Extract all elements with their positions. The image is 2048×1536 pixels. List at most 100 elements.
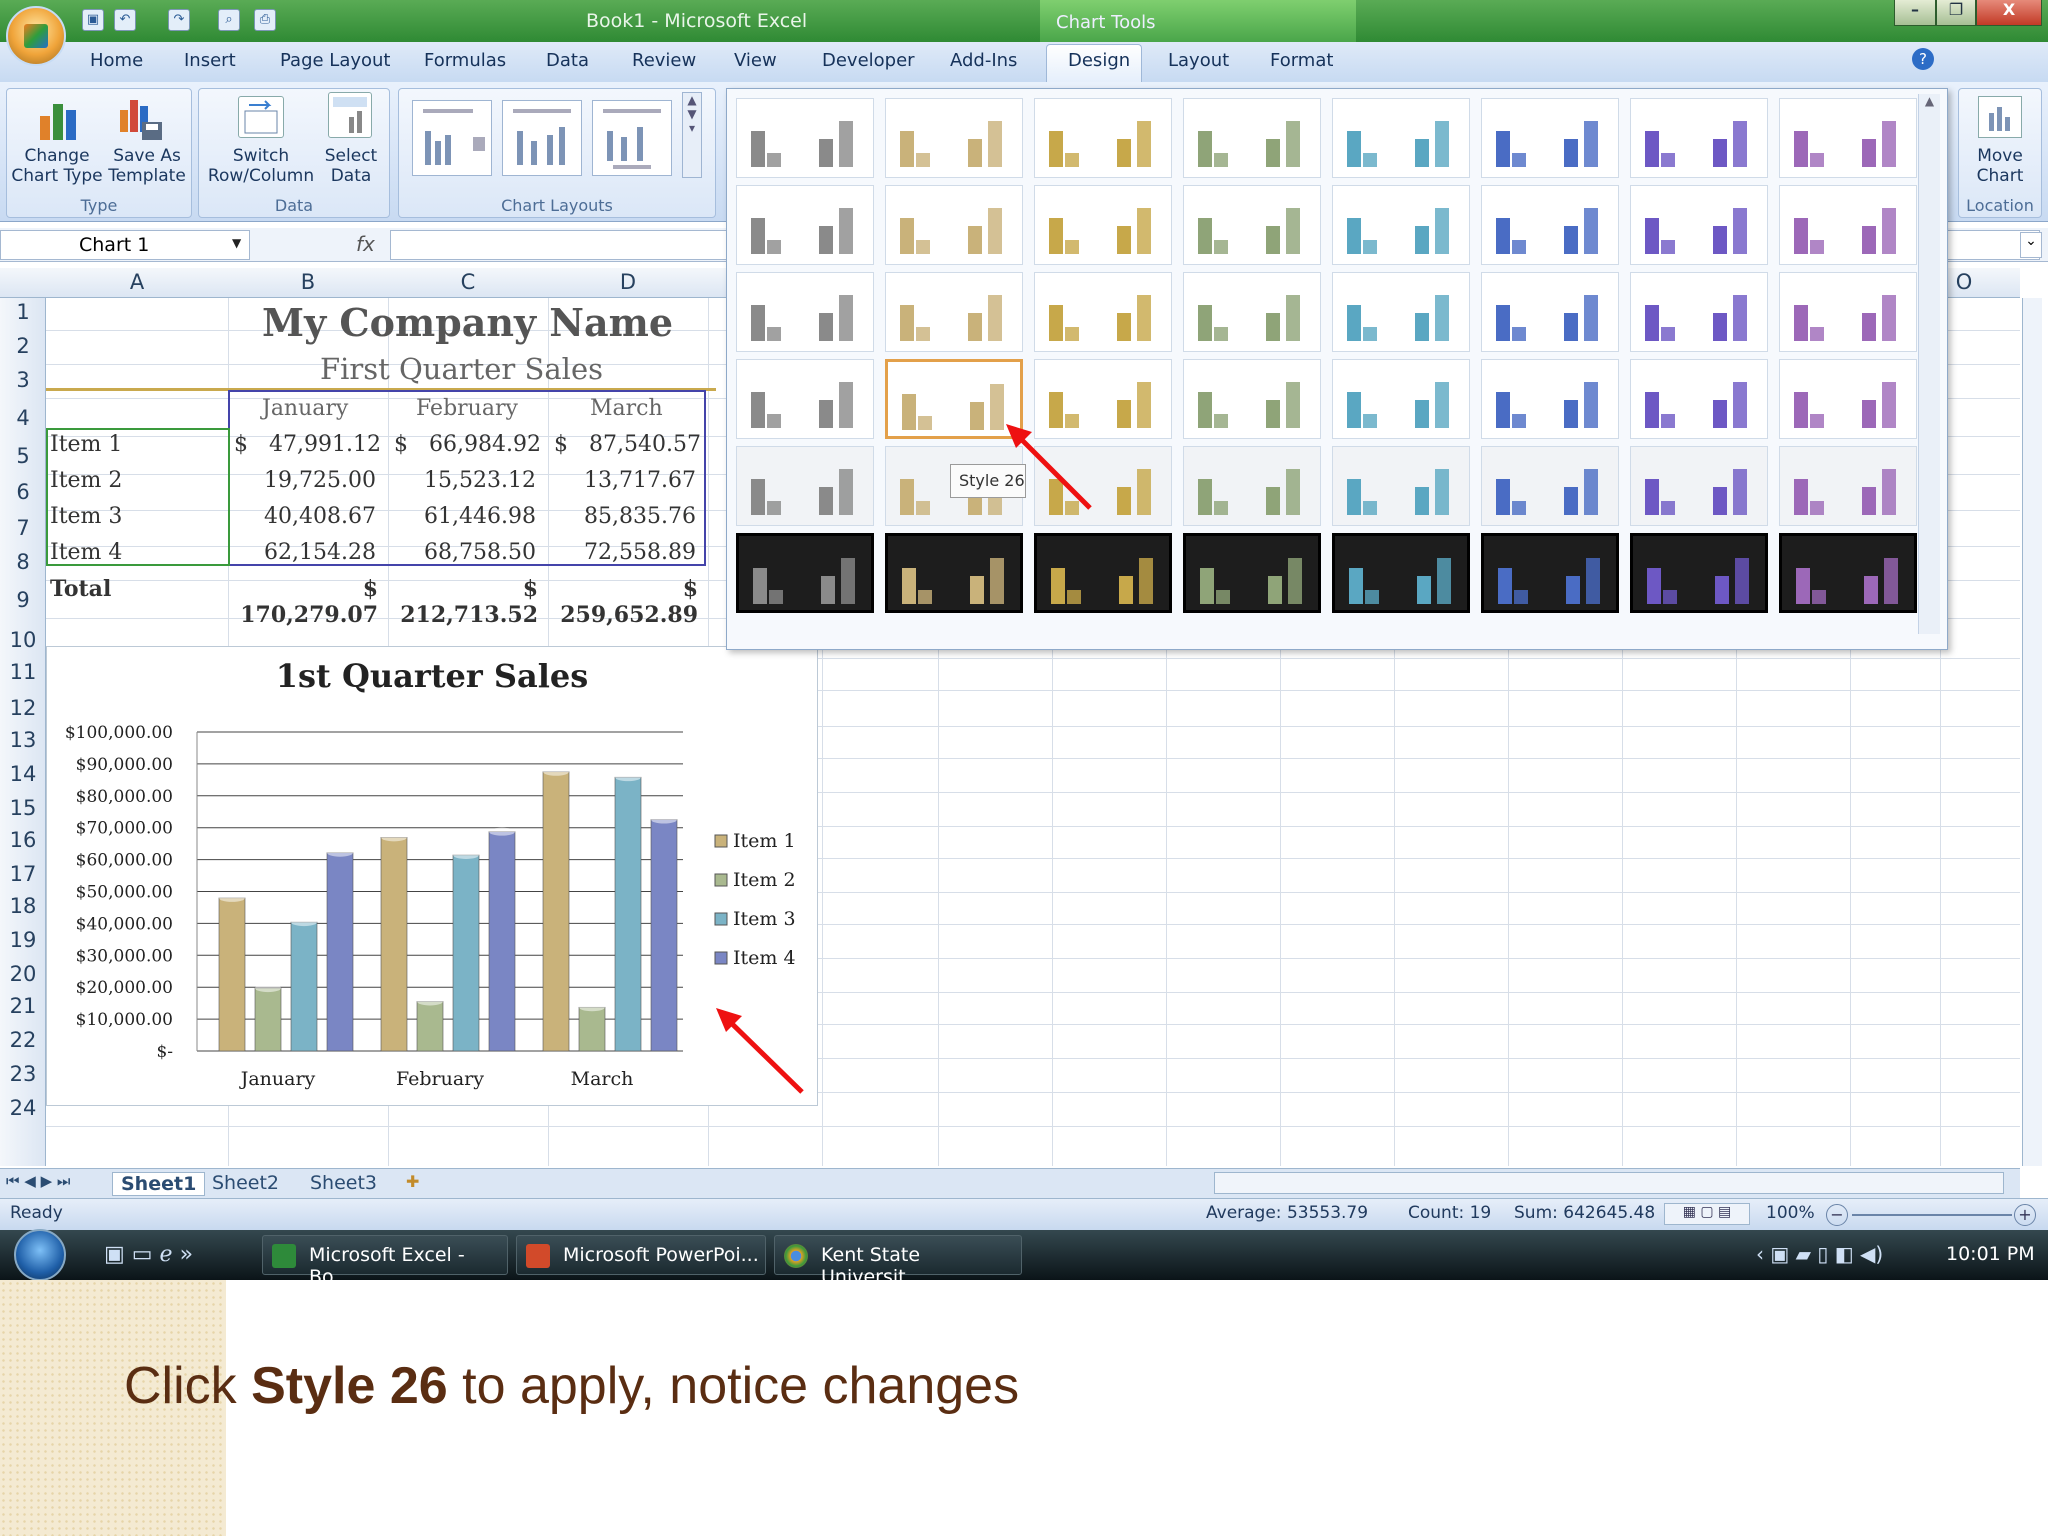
save-icon[interactable]: ▣ xyxy=(82,9,104,31)
chart-style-40[interactable] xyxy=(1779,446,1917,526)
chart-style-4[interactable] xyxy=(1183,98,1321,178)
item-name[interactable]: Item 2 xyxy=(50,468,122,493)
tab-home[interactable]: Home xyxy=(90,50,143,71)
chart-style-27[interactable] xyxy=(1034,359,1172,439)
tab-format[interactable]: Format xyxy=(1270,50,1333,71)
quick-launch-icons[interactable]: ▣ ▭ ℯ » xyxy=(104,1242,193,1267)
row-header[interactable]: 18 xyxy=(0,894,46,918)
switch-row-column-button[interactable]: Switch Row/Column xyxy=(200,146,322,186)
chart-style-20[interactable] xyxy=(1183,272,1321,352)
month-header[interactable]: March xyxy=(590,396,663,421)
chart-layout-1[interactable] xyxy=(412,100,492,176)
tab-add-ins[interactable]: Add-Ins xyxy=(950,50,1017,71)
chart-style-29[interactable] xyxy=(1332,359,1470,439)
name-box[interactable]: Chart 1 xyxy=(0,230,250,260)
task-excel[interactable]: Microsoft Excel - Bo... xyxy=(262,1235,508,1288)
horizontal-scrollbar[interactable] xyxy=(1214,1172,2004,1194)
row-header[interactable]: 21 xyxy=(0,994,46,1018)
row-header[interactable]: 22 xyxy=(0,1028,46,1052)
sheet-nav-icon[interactable]: ⏮ ◀ ▶ ⏭ xyxy=(6,1172,70,1190)
row-header[interactable]: 23 xyxy=(0,1062,46,1086)
value-cell[interactable]: 62,154.28 xyxy=(234,540,376,565)
tab-page-layout[interactable]: Page Layout xyxy=(280,50,391,71)
month-header[interactable]: January xyxy=(262,396,348,421)
row-header[interactable]: 1 xyxy=(0,300,46,324)
tab-data[interactable]: Data xyxy=(546,50,589,71)
chart-style-41[interactable] xyxy=(736,533,874,613)
chart-style-26[interactable] xyxy=(885,359,1023,439)
value-cell[interactable]: 85,835.76 xyxy=(554,504,696,529)
item-name[interactable]: Item 4 xyxy=(50,540,122,565)
chart-style-19[interactable] xyxy=(1034,272,1172,352)
chart-style-31[interactable] xyxy=(1630,359,1768,439)
total-cell[interactable]: $ 170,279.07 xyxy=(234,576,378,628)
chart-style-30[interactable] xyxy=(1481,359,1619,439)
save-as-template-button[interactable]: Save As Template xyxy=(104,146,190,186)
print-preview-icon[interactable]: ⌕ xyxy=(218,9,240,31)
chart-style-16[interactable] xyxy=(1779,185,1917,265)
row-header[interactable]: 17 xyxy=(0,862,46,886)
chart-style-44[interactable] xyxy=(1183,533,1321,613)
tab-developer[interactable]: Developer xyxy=(822,50,915,71)
chart-style-11[interactable] xyxy=(1034,185,1172,265)
chart-style-7[interactable] xyxy=(1630,98,1768,178)
tab-formulas[interactable]: Formulas xyxy=(424,50,506,71)
chart-style-18[interactable] xyxy=(885,272,1023,352)
tab-design[interactable]: Design xyxy=(1068,50,1130,71)
gallery-scrollbar[interactable]: ▲ xyxy=(1918,94,1940,634)
item-name[interactable]: Item 3 xyxy=(50,504,122,529)
value-cell[interactable]: $ 66,984.92 xyxy=(394,432,541,457)
chart-style-32[interactable] xyxy=(1779,359,1917,439)
tab-review[interactable]: Review xyxy=(632,50,696,71)
chart-style-23[interactable] xyxy=(1630,272,1768,352)
fx-label[interactable]: fx xyxy=(356,232,375,256)
expand-formula-bar-icon[interactable]: ⌄ xyxy=(2020,232,2042,258)
chart-layouts-scroll[interactable]: ▲ ▼ ▾ xyxy=(682,92,702,178)
row-header[interactable]: 2 xyxy=(0,334,46,358)
print-icon[interactable]: ⎙ xyxy=(254,9,276,31)
item-name[interactable]: Item 1 xyxy=(50,432,122,457)
row-header[interactable]: 13 xyxy=(0,728,46,752)
row-header[interactable]: 7 xyxy=(0,516,46,540)
tray-icons[interactable]: ‹ ▣ ▰ ▯ ◧ ◀) xyxy=(1756,1242,1883,1266)
chart-style-39[interactable] xyxy=(1630,446,1768,526)
chart-layout-2[interactable] xyxy=(502,100,582,176)
column-header-d[interactable]: D xyxy=(548,270,708,294)
chart-style-21[interactable] xyxy=(1332,272,1470,352)
restore-button[interactable]: ❐ xyxy=(1936,0,1976,26)
select-data-button[interactable]: Select Data xyxy=(318,146,384,186)
chart-style-25[interactable] xyxy=(736,359,874,439)
row-header[interactable]: 8 xyxy=(0,550,46,574)
chart-area[interactable]: 1st Quarter Sales $100,000.00 $90,000.00 $8… xyxy=(46,646,818,1106)
chart-style-37[interactable] xyxy=(1332,446,1470,526)
value-cell[interactable]: 72,558.89 xyxy=(554,540,696,565)
help-icon[interactable]: ? xyxy=(1912,48,1934,70)
row-header[interactable]: 11 xyxy=(0,660,46,684)
total-label[interactable]: Total xyxy=(50,576,111,602)
row-header[interactable]: 9 xyxy=(0,588,46,612)
chart-style-24[interactable] xyxy=(1779,272,1917,352)
tab-insert[interactable]: Insert xyxy=(184,50,236,71)
value-cell[interactable]: 40,408.67 xyxy=(234,504,376,529)
task-powerpoint[interactable]: Microsoft PowerPoi... xyxy=(516,1235,766,1275)
office-button[interactable] xyxy=(6,6,66,66)
total-cell[interactable]: $ 212,713.52 xyxy=(394,576,538,628)
move-chart-button[interactable]: Move Chart xyxy=(1960,146,2040,186)
column-header-c[interactable]: C xyxy=(388,270,548,294)
chart-layout-3[interactable] xyxy=(592,100,672,176)
value-cell[interactable]: 13,717.67 xyxy=(554,468,696,493)
chart-style-42[interactable] xyxy=(885,533,1023,613)
chart-style-10[interactable] xyxy=(885,185,1023,265)
start-button-icon[interactable] xyxy=(14,1229,66,1281)
value-cell[interactable]: 68,758.50 xyxy=(394,540,536,565)
chart-style-38[interactable] xyxy=(1481,446,1619,526)
chart-style-3[interactable] xyxy=(1034,98,1172,178)
chart-style-1[interactable] xyxy=(736,98,874,178)
zoom-in-icon[interactable]: + xyxy=(2014,1204,2036,1226)
row-header[interactable]: 5 xyxy=(0,444,46,468)
value-cell[interactable]: 61,446.98 xyxy=(394,504,536,529)
name-box-dropdown-icon[interactable]: ▼ xyxy=(232,236,241,250)
chart-style-48[interactable] xyxy=(1779,533,1917,613)
chart-style-46[interactable] xyxy=(1481,533,1619,613)
month-header[interactable]: February xyxy=(416,396,518,421)
